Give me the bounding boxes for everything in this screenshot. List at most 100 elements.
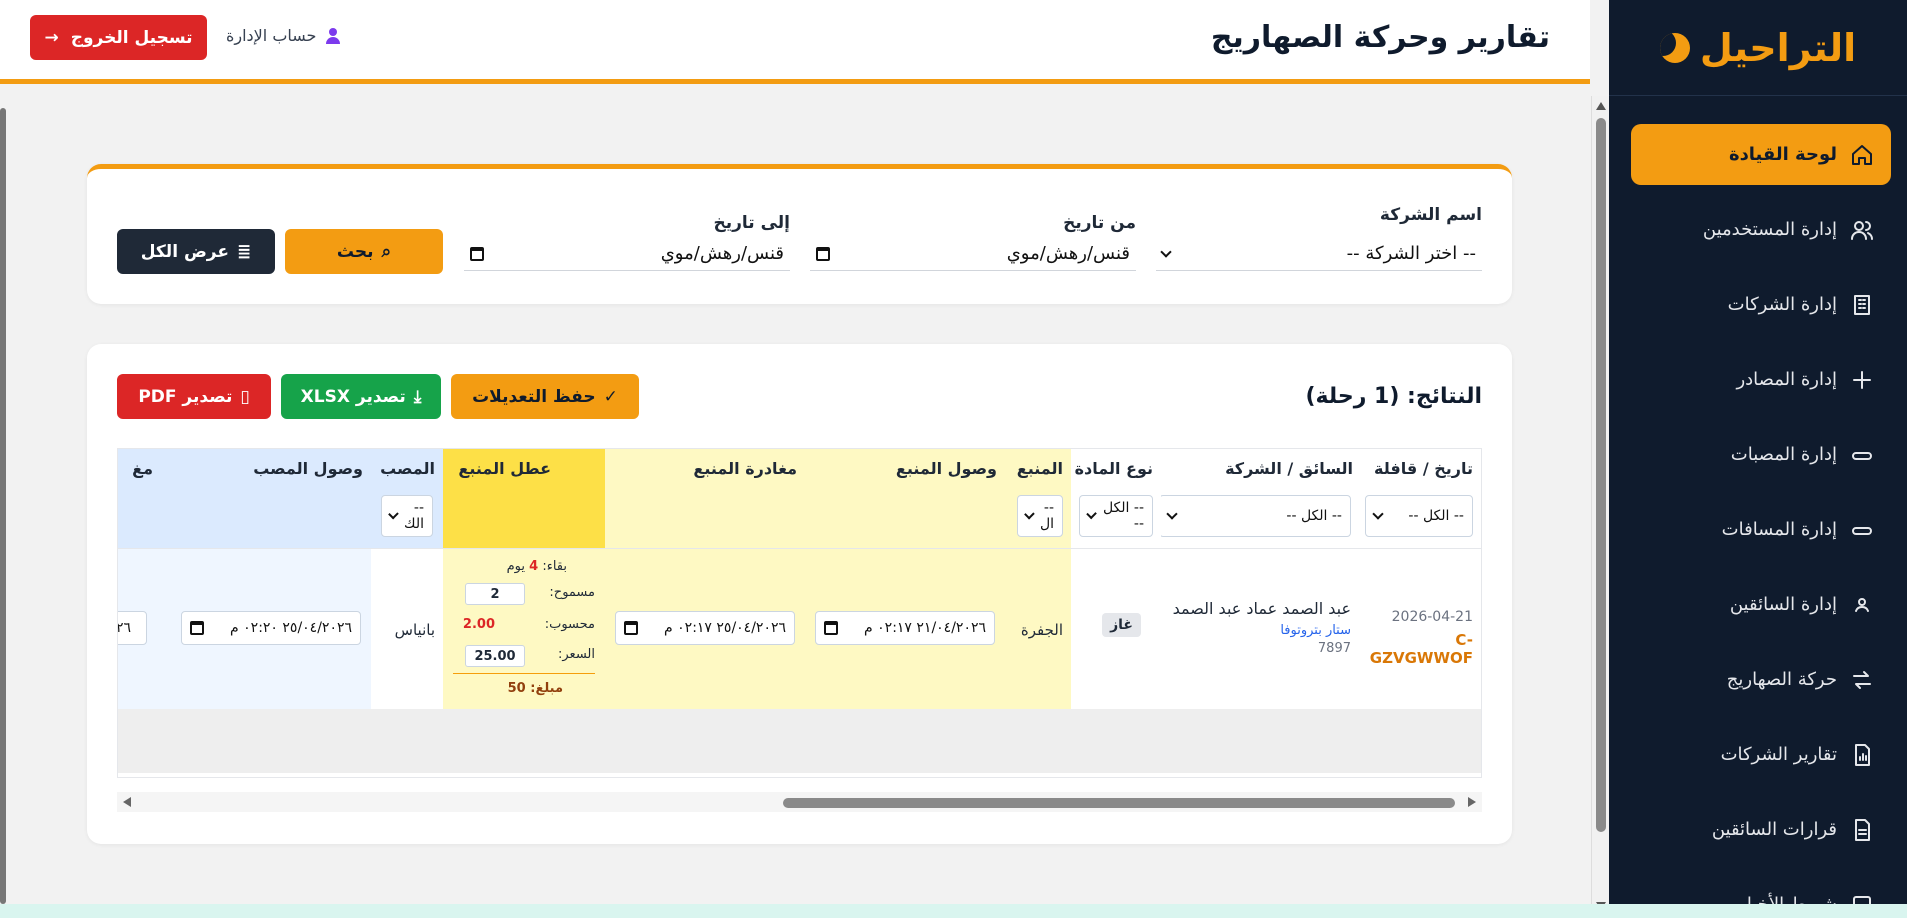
- col-source-arrival: وصول المنبع ٢١/٠٤/٢٠٢٦ ٠٢:١٧ م: [805, 449, 1005, 709]
- vertical-scrollbar[interactable]: [1591, 96, 1609, 918]
- col-source-delay: عطل المنبع بقاء: 4 يوم مسموح: 2 محسوب: 2…: [443, 449, 605, 709]
- driver-filter-select[interactable]: -- الكل --: [1159, 495, 1351, 537]
- calendar-icon: [816, 246, 830, 261]
- th-date: تاريخ / قافلة: [1374, 459, 1473, 478]
- th-dest: المصب: [380, 459, 435, 478]
- sidebar-item-label: إدارة المصبات: [1730, 444, 1837, 465]
- account-menu[interactable]: حساب الإدارة: [226, 26, 341, 45]
- sidebar-item-label: إدارة المصادر: [1736, 369, 1837, 390]
- company-select-value: -- اختر الشركة --: [1346, 243, 1476, 264]
- select-value: -- الكل --: [1102, 500, 1144, 532]
- sidebar-item-company-reports[interactable]: تقارير الشركات: [1631, 724, 1891, 785]
- search-icon: ⌕: [381, 241, 392, 262]
- allowed-label: مسموح:: [549, 585, 595, 600]
- taskbar-strip: [0, 904, 1907, 918]
- scroll-up-icon[interactable]: [1596, 102, 1606, 110]
- page-left-border: [0, 108, 6, 904]
- source-name: الجفرة: [1020, 621, 1063, 639]
- list-icon: ≣: [237, 241, 252, 262]
- col-date: تاريخ / قافلة -- الكل -- 2026-04-21 C-GZ…: [1361, 449, 1481, 709]
- search-button[interactable]: ⌕ بحث: [285, 229, 443, 274]
- export-xlsx-button[interactable]: ⤓ تصدير XLSX: [281, 374, 441, 419]
- scroll-left-icon[interactable]: [123, 797, 131, 807]
- scrollbar-thumb[interactable]: [1596, 118, 1606, 832]
- from-date-input[interactable]: قنس/رهش/موي: [810, 237, 1136, 271]
- sidebar-item-tanker-movement[interactable]: حركة الصهاريج: [1631, 649, 1891, 710]
- price-input[interactable]: 25.00: [465, 645, 525, 667]
- th-source: المنبع: [1016, 459, 1063, 478]
- export-pdf-button[interactable]: ▯ تصدير PDF: [117, 374, 271, 419]
- source-arrival-value: ٢١/٠٤/٢٠٢٦ ٠٢:١٧ م: [864, 620, 986, 636]
- page-title: تقارير وحركة الصهاريج: [1210, 20, 1550, 55]
- sidebar: التراحيل لوحة القيادة إدارة المستخدمين إ…: [1609, 0, 1907, 918]
- company-select[interactable]: -- اختر الشركة --: [1156, 237, 1482, 271]
- sidebar-item-sources[interactable]: إدارة المصادر: [1631, 349, 1891, 410]
- show-all-button[interactable]: ≣ عرض الكل: [117, 229, 275, 274]
- download-icon: ⤓: [413, 386, 422, 407]
- driver-code: 7897: [1317, 641, 1351, 656]
- pdf-label: تصدير PDF: [138, 386, 233, 407]
- home-icon: [1849, 142, 1875, 168]
- arrow-right-icon: →: [44, 27, 59, 48]
- amount-label: مبلغ:: [530, 681, 563, 696]
- driver-name: عبد الصمد عماد عبد الصمد: [1172, 599, 1351, 618]
- amount-value: 50: [507, 681, 526, 696]
- sidebar-item-dashboard[interactable]: لوحة القيادة: [1631, 124, 1891, 185]
- more-value: ٢٦: [117, 620, 132, 636]
- allowed-input[interactable]: 2: [465, 583, 525, 605]
- delay-divider: [453, 673, 595, 674]
- sidebar-item-users[interactable]: إدارة المستخدمين: [1631, 199, 1891, 260]
- sidebar-item-companies[interactable]: إدارة الشركات: [1631, 274, 1891, 335]
- chevron-down-icon: [1160, 245, 1172, 258]
- more-input[interactable]: ٢٦: [117, 611, 147, 645]
- logout-button[interactable]: تسجيل الخروج →: [30, 15, 207, 60]
- sidebar-item-driver-decisions[interactable]: قرارات السائقين: [1631, 799, 1891, 860]
- dest-arrival-input[interactable]: ٢٥/٠٤/٢٠٢٦ ٠٢:٢٠ م: [181, 611, 361, 645]
- sidebar-item-label: إدارة الشركات: [1727, 294, 1837, 315]
- source-departure-input[interactable]: ٢٥/٠٤/٢٠٢٦ ٠٢:١٧ م: [615, 611, 795, 645]
- company-label: اسم الشركة: [1379, 205, 1482, 225]
- select-value: -- ال: [1039, 500, 1054, 532]
- material-filter-select[interactable]: -- الكل --: [1079, 495, 1153, 537]
- sidebar-item-destinations[interactable]: إدارة المصبات: [1631, 424, 1891, 485]
- sidebar-item-distances[interactable]: إدارة المسافات: [1631, 499, 1891, 560]
- horizontal-scrollbar[interactable]: [117, 792, 1482, 812]
- date-filter-select[interactable]: -- الكل --: [1365, 495, 1473, 537]
- file-icon: [1849, 817, 1875, 843]
- delay-remaining: بقاء: 4 يوم: [507, 559, 567, 574]
- plus-icon: [1849, 367, 1875, 393]
- calendar-icon: [624, 621, 638, 635]
- driver-company: ستار بتروتوفا: [1280, 623, 1351, 638]
- sidebar-item-label: تقارير الشركات: [1720, 744, 1837, 765]
- dest-filter-select[interactable]: -- الك: [381, 495, 433, 537]
- source-filter-select[interactable]: -- ال: [1017, 495, 1063, 537]
- col-material: نوع المادة -- الكل -- غاز: [1071, 449, 1161, 709]
- convoy-code: C-GZVGWWOF: [1369, 631, 1473, 667]
- sidebar-item-label: إدارة المسافات: [1721, 519, 1837, 540]
- file-icon: ▯: [240, 386, 250, 407]
- dest-arrival-value: ٢٥/٠٤/٢٠٢٦ ٠٢:٢٠ م: [230, 620, 352, 636]
- brand-logo[interactable]: التراحيل: [1609, 0, 1907, 96]
- calendar-icon: [824, 621, 838, 635]
- scrollbar-thumb[interactable]: [783, 798, 1455, 808]
- col-dest: المصب -- الك بانياس: [371, 449, 443, 709]
- swap-icon: [1849, 667, 1875, 693]
- check-icon: ✓: [603, 386, 618, 407]
- chart-file-icon: [1849, 742, 1875, 768]
- to-date-input[interactable]: قنس/رهش/موي: [464, 237, 790, 271]
- sidebar-item-drivers[interactable]: إدارة السائقين: [1631, 574, 1891, 635]
- dest-name: بانياس: [394, 621, 435, 639]
- computed-value: 2.00: [462, 617, 495, 632]
- save-changes-button[interactable]: ✓ حفظ التعديلات: [451, 374, 639, 419]
- search-label: بحث: [336, 241, 374, 262]
- th-source-departure: مغادرة المنبع: [693, 459, 797, 478]
- source-arrival-input[interactable]: ٢١/٠٤/٢٠٢٦ ٠٢:١٧ م: [815, 611, 995, 645]
- scroll-right-icon[interactable]: [1468, 797, 1476, 807]
- user-icon: [1849, 592, 1875, 618]
- remaining-label: بقاء:: [542, 559, 567, 574]
- delay-amount: مبلغ: 50: [508, 681, 563, 696]
- results-title: النتائج: (1 رحلة): [1305, 384, 1482, 409]
- trip-date: 2026-04-21: [1391, 609, 1473, 625]
- logout-label: تسجيل الخروج: [70, 27, 193, 48]
- col-more: مغ ٢٦: [117, 449, 161, 709]
